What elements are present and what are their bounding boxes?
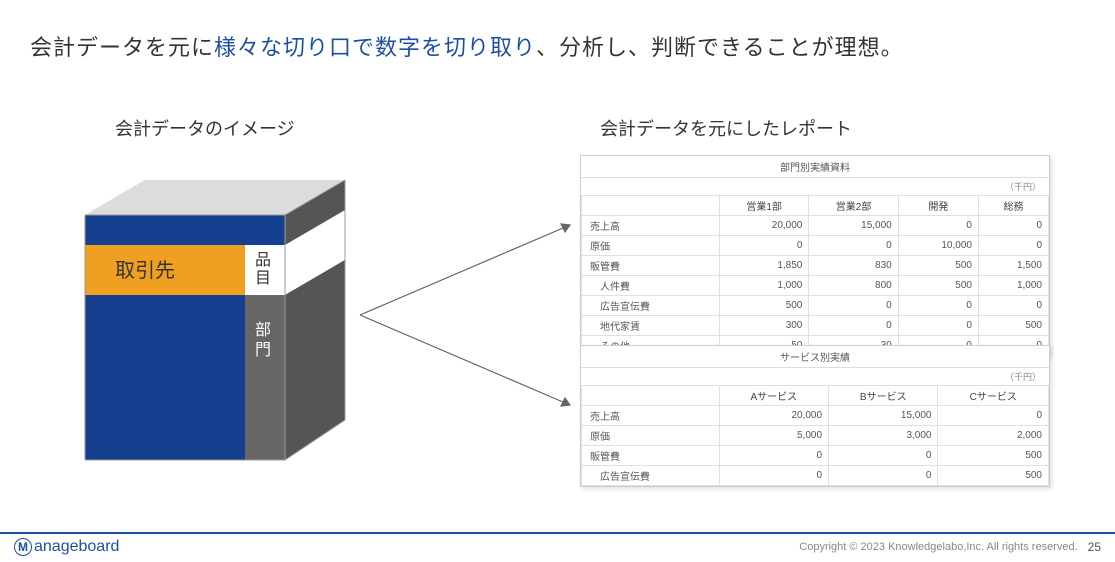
row-value: 3,000: [829, 426, 938, 446]
row-value: 0: [978, 236, 1048, 256]
row-label: 人件費: [582, 276, 720, 296]
table-header: [582, 386, 720, 406]
row-value: 15,000: [829, 406, 938, 426]
row-value: 0: [809, 316, 898, 336]
table-row: 広告宣伝費00500: [582, 466, 1049, 486]
row-value: 0: [898, 316, 978, 336]
cube-label-front: 取引先: [115, 259, 175, 282]
row-label: 原価: [582, 426, 720, 446]
row-value: 5,000: [719, 426, 828, 446]
table-row: 販管費1,8508305001,500: [582, 256, 1049, 276]
row-value: 1,000: [720, 276, 809, 296]
table-row: 広告宣伝費500000: [582, 296, 1049, 316]
row-label: 販管費: [582, 256, 720, 276]
table-row: 原価5,0003,0002,000: [582, 426, 1049, 446]
row-label: 売上高: [582, 216, 720, 236]
table-row: 人件費1,0008005001,000: [582, 276, 1049, 296]
table-row: 売上高20,00015,0000: [582, 406, 1049, 426]
table-header: Cサービス: [938, 386, 1049, 406]
report1-title: 部門別実績資料: [581, 156, 1049, 178]
title-highlight: 様々な切り口で数字を切り取り: [214, 35, 536, 60]
row-value: 500: [938, 466, 1049, 486]
table-header: 開発: [898, 196, 978, 216]
row-value: 0: [898, 216, 978, 236]
row-value: 0: [978, 216, 1048, 236]
report2-title: サービス別実績: [581, 346, 1049, 368]
row-value: 0: [938, 406, 1049, 426]
row-value: 800: [809, 276, 898, 296]
logo: Manageboard: [14, 538, 119, 556]
footer: Manageboard Copyright © 2023 Knowledgela…: [0, 532, 1115, 556]
data-cube: 取引先 品目 部門: [75, 160, 375, 470]
table-row: 販管費00500: [582, 446, 1049, 466]
row-label: 地代家賃: [582, 316, 720, 336]
row-value: 500: [938, 446, 1049, 466]
cube-label-side-top: 品目: [255, 252, 271, 287]
page-number: 25: [1088, 540, 1101, 554]
title-part1: 会計データを元に: [30, 35, 214, 60]
table-row: 原価0010,0000: [582, 236, 1049, 256]
logo-mark-icon: M: [14, 538, 32, 556]
row-value: 0: [719, 466, 828, 486]
subtitle-right: 会計データを元にしたレポート: [600, 115, 852, 141]
row-value: 20,000: [719, 406, 828, 426]
report1-unit: （千円）: [581, 178, 1049, 195]
row-value: 830: [809, 256, 898, 276]
row-label: 原価: [582, 236, 720, 256]
table-row: 売上高20,00015,00000: [582, 216, 1049, 236]
arrow-icon: [355, 160, 580, 420]
row-label: 広告宣伝費: [582, 296, 720, 316]
table-header: 総務: [978, 196, 1048, 216]
row-value: 0: [978, 296, 1048, 316]
row-value: 0: [829, 446, 938, 466]
row-label: 販管費: [582, 446, 720, 466]
row-value: 1,850: [720, 256, 809, 276]
table-header: 営業1部: [720, 196, 809, 216]
row-value: 0: [898, 296, 978, 316]
row-value: 10,000: [898, 236, 978, 256]
row-label: 広告宣伝費: [582, 466, 720, 486]
row-value: 0: [719, 446, 828, 466]
slide-title: 会計データを元に様々な切り口で数字を切り取り、分析し、判断できることが理想。: [30, 30, 1085, 62]
table-header: Aサービス: [719, 386, 828, 406]
row-value: 0: [809, 236, 898, 256]
table-row: 地代家賃30000500: [582, 316, 1049, 336]
row-value: 0: [829, 466, 938, 486]
row-value: 20,000: [720, 216, 809, 236]
row-value: 500: [720, 296, 809, 316]
report-table-service: サービス別実績 （千円） AサービスBサービスCサービス 売上高20,00015…: [580, 345, 1050, 487]
subtitle-left: 会計データのイメージ: [115, 115, 295, 141]
copyright: Copyright © 2023 Knowledgelabo,Inc. All …: [799, 541, 1077, 553]
row-value: 2,000: [938, 426, 1049, 446]
row-value: 0: [720, 236, 809, 256]
row-value: 15,000: [809, 216, 898, 236]
table-header: 営業2部: [809, 196, 898, 216]
row-value: 300: [720, 316, 809, 336]
row-label: 売上高: [582, 406, 720, 426]
report-table-department: 部門別実績資料 （千円） 営業1部営業2部開発総務 売上高20,00015,00…: [580, 155, 1050, 357]
row-value: 500: [898, 256, 978, 276]
row-value: 0: [809, 296, 898, 316]
row-value: 1,000: [978, 276, 1048, 296]
table-header: Bサービス: [829, 386, 938, 406]
report2-unit: （千円）: [581, 368, 1049, 385]
title-part2: 、分析し、判断できることが理想。: [536, 35, 904, 60]
table-header: [582, 196, 720, 216]
logo-text: anageboard: [34, 538, 119, 556]
row-value: 1,500: [978, 256, 1048, 276]
row-value: 500: [898, 276, 978, 296]
row-value: 500: [978, 316, 1048, 336]
